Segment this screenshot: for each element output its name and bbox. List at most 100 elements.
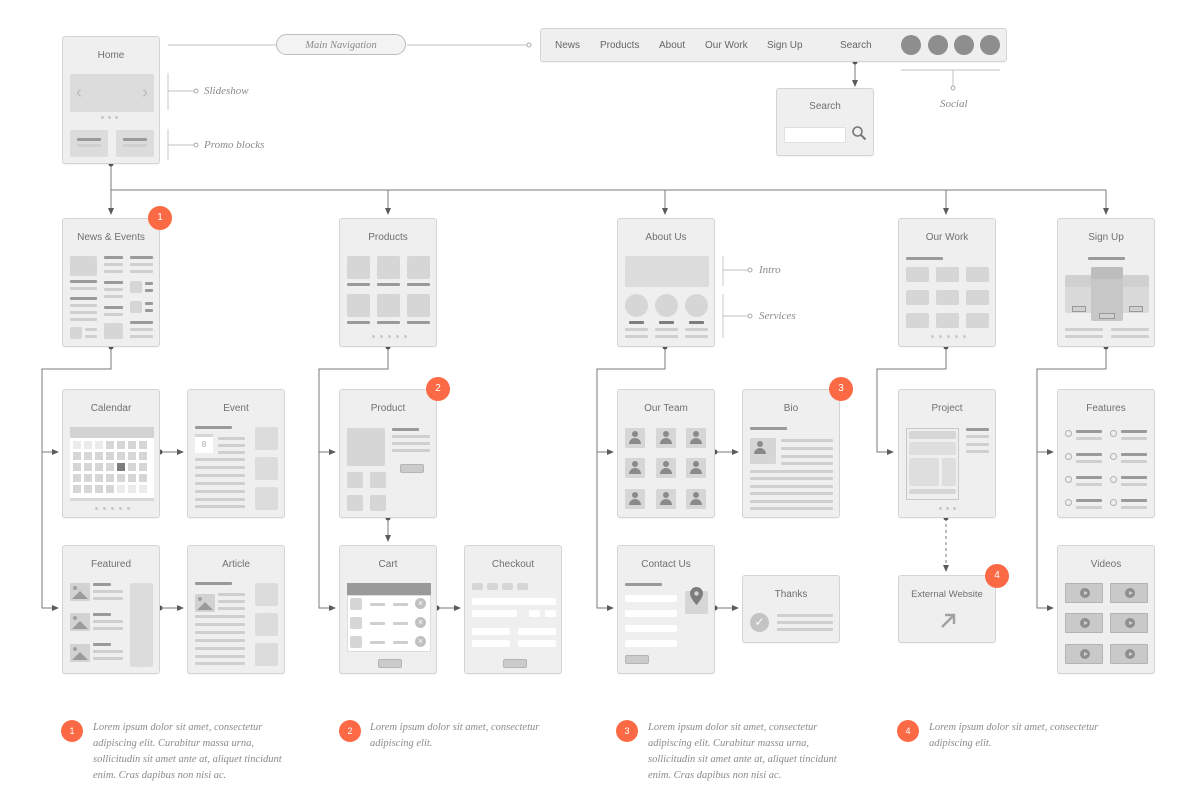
cart-card[interactable]: Cart × × × [339, 545, 437, 674]
article-card[interactable]: Article [187, 545, 285, 674]
nav-about[interactable]: About [659, 40, 685, 51]
products-card[interactable]: Products [339, 218, 437, 347]
features-title: Features [1086, 403, 1126, 414]
social-icon-2[interactable] [928, 35, 948, 55]
project-title: Project [931, 403, 963, 414]
calendar-day-cell [139, 485, 147, 493]
event-card[interactable]: Event 8 [187, 389, 285, 518]
video-thumb[interactable] [1110, 644, 1148, 664]
services-label: Services [759, 310, 796, 322]
nav-our-work[interactable]: Our Work [705, 40, 748, 51]
calendar-day-cell [106, 474, 114, 482]
person-icon [625, 489, 645, 509]
project-card[interactable]: Project [898, 389, 996, 518]
person-icon [750, 438, 776, 464]
calendar-day-cell [73, 441, 81, 449]
search-icon[interactable] [851, 125, 867, 141]
product-badge: 2 [426, 377, 450, 401]
our-team-card[interactable]: Our Team [617, 389, 715, 518]
checkout-card[interactable]: Checkout [464, 545, 562, 674]
calendar-day-cell [95, 474, 103, 482]
features-card[interactable]: Features [1057, 389, 1155, 518]
product-card[interactable]: Product [339, 389, 437, 518]
about-us-card[interactable]: About Us [617, 218, 715, 347]
nav-news[interactable]: News [555, 40, 580, 51]
our-work-card[interactable]: Our Work [898, 218, 996, 347]
news-events-badge: 1 [148, 206, 172, 230]
calendar-day-cell [84, 452, 92, 460]
bio-title: Bio [783, 403, 799, 414]
calendar-day-cell [95, 463, 103, 471]
home-title: Home [97, 50, 125, 61]
calendar-day-cell [139, 452, 147, 460]
external-website-badge: 4 [985, 564, 1009, 588]
calendar-card[interactable]: Calendar [62, 389, 160, 518]
calendar-day-cell [139, 441, 147, 449]
person-icon [625, 458, 645, 478]
social-label: Social [940, 98, 968, 110]
nav-search[interactable]: Search [840, 40, 872, 51]
calendar-day-cell [95, 452, 103, 460]
video-thumb[interactable] [1110, 613, 1148, 633]
search-card[interactable]: Search [776, 88, 874, 156]
product-title: Product [370, 403, 406, 414]
footnote-3-text: Lorem ipsum dolor sit amet, consectetur … [648, 722, 837, 781]
event-date: 8 [195, 434, 213, 453]
news-events-card[interactable]: News & Events [62, 218, 160, 347]
our-team-title: Our Team [644, 403, 688, 414]
videos-card[interactable]: Videos [1057, 545, 1155, 674]
video-thumb[interactable] [1065, 613, 1103, 633]
add-to-cart-button[interactable] [400, 464, 424, 473]
social-icon-1[interactable] [901, 35, 921, 55]
video-thumb[interactable] [1065, 644, 1103, 664]
thanks-card[interactable]: Thanks ✓ [742, 575, 840, 643]
video-thumb[interactable] [1110, 583, 1148, 603]
sign-up-card[interactable]: Sign Up [1057, 218, 1155, 347]
checkmark-icon: ✓ [750, 613, 769, 632]
calendar-day-cell [128, 441, 136, 449]
slideshow-label: Slideshow [204, 85, 249, 97]
feature-bullet-icon [1110, 476, 1117, 483]
person-icon [686, 428, 706, 448]
promo-block-2 [116, 130, 154, 157]
external-website-card[interactable]: External Website [898, 575, 996, 643]
feature-bullet-icon [1110, 430, 1117, 437]
place-order-button[interactable] [503, 659, 527, 668]
nav-products[interactable]: Products [600, 40, 639, 51]
intro-label: Intro [759, 264, 781, 276]
main-navigation-pill: Main Navigation [276, 34, 406, 55]
search-input[interactable] [784, 127, 846, 143]
calendar-day-cell [128, 452, 136, 460]
footnote-1-text: Lorem ipsum dolor sit amet, consectetur … [93, 722, 282, 781]
calendar-day-cell [117, 441, 125, 449]
calendar-day-cell [117, 463, 125, 471]
featured-card[interactable]: Featured [62, 545, 160, 674]
remove-item-icon[interactable]: × [415, 636, 426, 647]
person-icon [686, 489, 706, 509]
feature-bullet-icon [1065, 430, 1072, 437]
external-website-title: External Website [911, 589, 983, 600]
news-events-title: News & Events [77, 232, 145, 243]
calendar-day-cell [106, 463, 114, 471]
footnote-2-badge: 2 [339, 720, 361, 742]
remove-item-icon[interactable]: × [415, 598, 426, 609]
video-thumb[interactable] [1065, 583, 1103, 603]
cart-checkout-button[interactable] [378, 659, 402, 668]
contact-submit-button[interactable] [625, 655, 649, 664]
calendar-day-cell [117, 452, 125, 460]
contact-us-card[interactable]: Contact Us [617, 545, 715, 674]
home-card[interactable]: Home ‹ › [62, 36, 160, 164]
footnote-3-badge: 3 [616, 720, 638, 742]
calendar-day-cell [139, 463, 147, 471]
calendar-day-cell [128, 474, 136, 482]
nav-sign-up[interactable]: Sign Up [767, 40, 803, 51]
about-us-title: About Us [645, 232, 687, 243]
social-icon-4[interactable] [980, 35, 1000, 55]
chevron-right-icon: › [142, 82, 148, 102]
calendar-day-cell [84, 485, 92, 493]
remove-item-icon[interactable]: × [415, 617, 426, 628]
bio-card[interactable]: Bio [742, 389, 840, 518]
social-icon-3[interactable] [954, 35, 974, 55]
checkout-title: Checkout [491, 559, 535, 570]
map-pin-icon [690, 587, 703, 605]
